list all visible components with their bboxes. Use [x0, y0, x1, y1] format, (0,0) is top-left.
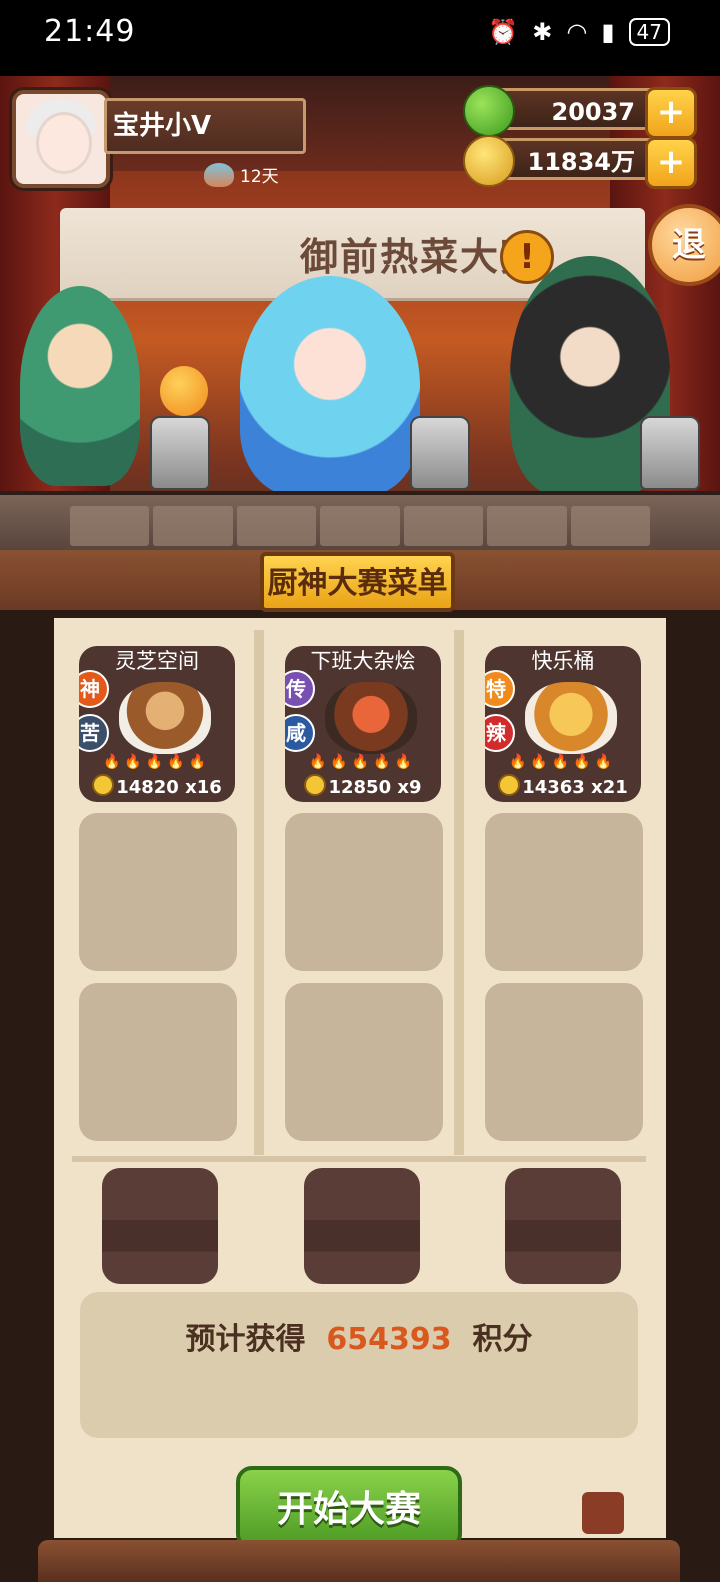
- status-icons: ⏰ ✱ ◠ ▮ 47: [488, 18, 670, 46]
- event-title: 御前热菜大赛: [299, 235, 540, 279]
- dish-price-value: 14363: [522, 777, 585, 798]
- empty-dish-slot[interactable]: [285, 813, 443, 971]
- coin-icon: [304, 774, 327, 796]
- selected-dish-slot[interactable]: [102, 1168, 218, 1284]
- dish-price: 14820 x16: [79, 774, 235, 798]
- dish-name: 灵芝空间: [115, 649, 199, 673]
- fire-icons: 🔥🔥🔥🔥🔥: [309, 754, 417, 770]
- alarm-icon: ⏰: [488, 18, 519, 46]
- dish-card[interactable]: 灵芝空间 神 苦 🔥🔥🔥🔥🔥 14820 x16: [79, 646, 235, 802]
- estimate-prefix: 预计获得: [185, 1322, 306, 1357]
- dish-image: [525, 682, 617, 754]
- add-apples-button[interactable]: +: [645, 87, 697, 139]
- battery-icon: 47: [628, 18, 670, 46]
- add-coins-button[interactable]: +: [645, 137, 697, 189]
- coin-currency: 11834万 +: [463, 135, 697, 189]
- start-contest-button[interactable]: 开始大赛: [236, 1466, 462, 1550]
- empty-dish-slot[interactable]: [79, 983, 237, 1141]
- dish-flavor-badge: 辣: [485, 714, 515, 752]
- knife-block-icon: [582, 1492, 624, 1534]
- kitchen-scene: 宝井小V 12天 20037 + 11834万 + 御前热菜大赛 ! 退: [0, 76, 720, 556]
- menu-title: 厨神大赛菜单: [260, 552, 455, 612]
- estimate-points: 654393: [326, 1322, 452, 1357]
- counter-tiles: [70, 506, 650, 546]
- coin-icon: [463, 135, 515, 187]
- teapot-icon: [150, 416, 210, 490]
- dish-flavor-badge: 苦: [79, 714, 109, 752]
- bee-pot-icon: [160, 366, 208, 416]
- dish-count: x16: [185, 777, 222, 798]
- bluetooth-icon: ✱: [532, 18, 553, 46]
- dish-name: 快乐桶: [531, 649, 595, 673]
- column-divider: [454, 630, 464, 1155]
- avatar-face: [36, 112, 92, 174]
- status-time: 21:49: [44, 14, 136, 49]
- dish-name: 下班大杂烩: [310, 649, 416, 673]
- wifi-icon: ◠: [566, 18, 588, 46]
- dish-price-value: 14820: [116, 777, 179, 798]
- dish-price-value: 12850: [328, 777, 392, 798]
- dish-count: x9: [397, 777, 422, 798]
- dish-card[interactable]: 下班大杂烩 传 咸 🔥🔥🔥🔥🔥 12850 x9: [285, 646, 441, 802]
- selected-dish-slot[interactable]: [304, 1168, 420, 1284]
- panel-divider: [72, 1156, 646, 1162]
- judge-character-left: [20, 286, 140, 486]
- exit-button[interactable]: 退: [648, 204, 720, 286]
- empty-dish-slot[interactable]: [485, 983, 643, 1141]
- dish-count: x21: [591, 777, 628, 798]
- empty-dish-slot[interactable]: [285, 983, 443, 1141]
- dish-flavor-badge: 咸: [285, 714, 315, 752]
- player-avatar[interactable]: [12, 90, 110, 188]
- dish-price: 14363 x21: [485, 774, 641, 798]
- days-icon: [204, 162, 234, 187]
- column-divider: [254, 630, 264, 1155]
- fire-icons: 🔥🔥🔥🔥🔥: [103, 754, 211, 770]
- fire-icons: 🔥🔥🔥🔥🔥: [509, 754, 617, 770]
- estimate-suffix: 积分: [472, 1322, 533, 1357]
- selected-dish-slot[interactable]: [505, 1168, 621, 1284]
- coin-amount: 11834万: [527, 148, 636, 176]
- status-bar: 21:49 ⏰ ✱ ◠ ▮ 47: [0, 0, 720, 76]
- teapot-icon: [640, 416, 700, 490]
- dish-price: 12850 x9: [285, 774, 441, 798]
- coin-icon: [498, 774, 521, 796]
- apple-icon: [463, 85, 515, 137]
- days-label: 12天: [240, 167, 279, 187]
- apple-amount: 20037: [551, 98, 636, 126]
- apple-currency: 20037 +: [463, 85, 697, 139]
- coin-icon: [92, 774, 115, 796]
- bottom-frame: [38, 1540, 680, 1582]
- teapot-icon: [410, 416, 470, 490]
- empty-dish-slot[interactable]: [79, 813, 237, 971]
- signal-icon: ▮: [601, 18, 615, 46]
- dish-image: [325, 682, 417, 754]
- judge-character-center: [240, 276, 420, 496]
- empty-dish-slot[interactable]: [485, 813, 643, 971]
- player-name: 宝井小V: [104, 98, 306, 154]
- dish-card[interactable]: 快乐桶 特 辣 🔥🔥🔥🔥🔥 14363 x21: [485, 646, 641, 802]
- dish-image: [119, 682, 211, 754]
- estimated-score: 预计获得 654393 积分: [80, 1292, 638, 1438]
- days-indicator: 12天: [204, 162, 279, 187]
